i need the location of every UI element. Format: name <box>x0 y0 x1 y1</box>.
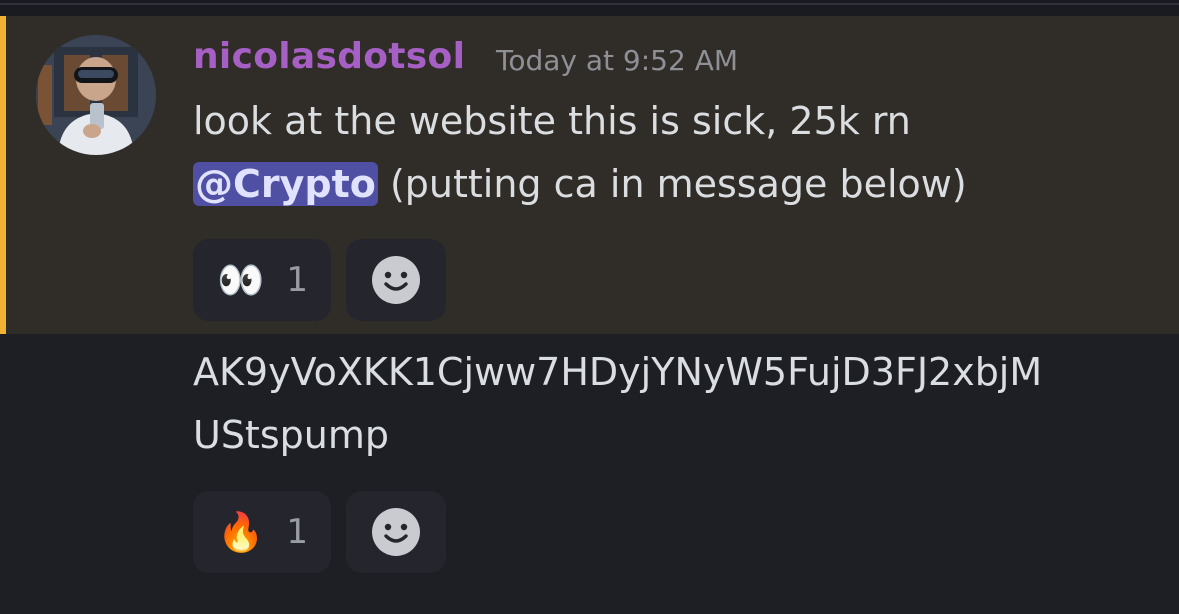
reaction-fire[interactable]: 🔥 1 <box>193 491 331 573</box>
role-mention[interactable]: @Crypto <box>193 162 378 206</box>
message-text-line-1: look at the website this is sick, 25k rn <box>193 99 911 143</box>
smiley-face-icon <box>372 256 420 304</box>
smiley-face-icon <box>372 508 420 556</box>
user-avatar[interactable] <box>36 35 156 155</box>
divider-line <box>0 3 1179 5</box>
followup-text-line-1: AK9yVoXKK1Cjww7HDyjYNyW5FujD3FJ2xbjM <box>193 350 1043 394</box>
add-reaction-button[interactable] <box>346 239 446 321</box>
reaction-count: 1 <box>286 260 308 300</box>
add-reaction-button[interactable] <box>346 491 446 573</box>
reaction-count: 1 <box>286 512 308 552</box>
avatar-photo-icon <box>36 35 156 155</box>
followup-text-line-2: UStspump <box>193 413 389 457</box>
fire-emoji-icon: 🔥 <box>217 509 265 554</box>
message-timestamp[interactable]: Today at 9:52 AM <box>496 44 738 77</box>
author-username[interactable]: nicolasdotsol <box>193 36 465 77</box>
top-divider-bar <box>0 0 1179 16</box>
mention-highlight-bar <box>0 16 6 334</box>
message-text-rest: (putting ca in message below) <box>377 162 967 206</box>
message-text-line-2: @Crypto (putting ca in message below) <box>193 162 967 206</box>
eyes-emoji-icon: 👀 <box>217 257 265 302</box>
reaction-eyes[interactable]: 👀 1 <box>193 239 331 321</box>
